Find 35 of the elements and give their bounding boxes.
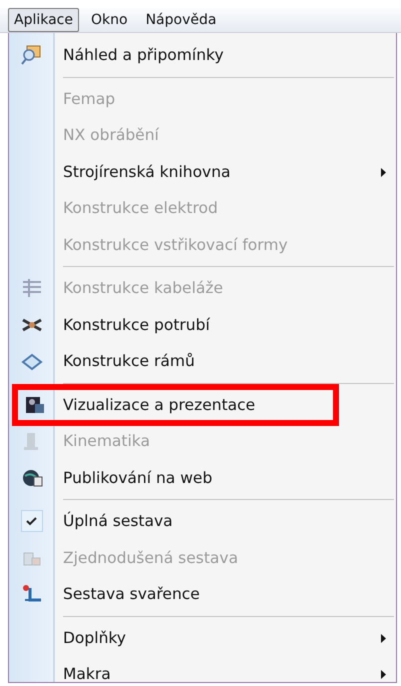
menu-item-label: Sestava svařence: [62, 585, 200, 604]
menu-item[interactable]: Publikování na web: [9, 460, 396, 496]
menu-item[interactable]: Vizualizace a prezentace: [15, 386, 336, 423]
magnifier-icon: [21, 44, 43, 66]
menu-item-label: Konstrukce vstřikovací formy: [62, 236, 288, 254]
menu-item-label: NX obrábění: [62, 126, 159, 144]
menu-item[interactable]: Sestava svařence: [9, 576, 396, 612]
menu-item-label: Konstrukce elektrod: [62, 199, 218, 218]
menu-item-label: Konstrukce kabeláže: [62, 279, 224, 298]
menu-item-label: Strojírenská knihovna: [62, 162, 231, 181]
menu-item-label: Náhled a připomínky: [62, 46, 224, 64]
menu-item-label: Doplňky: [62, 628, 126, 647]
menu-item-label: Publikování na web: [62, 468, 212, 487]
submenu-arrow-icon: [381, 634, 386, 642]
menu-item-label: Makra: [62, 665, 111, 684]
menu-item-label: Konstrukce rámů: [62, 352, 195, 370]
menu-bar-item[interactable]: Nápověda: [140, 8, 222, 32]
submenu-arrow-icon: [381, 168, 386, 176]
menu-item-label: Konstrukce potrubí: [62, 316, 210, 334]
menu-item-label: Zjednodušená sestava: [62, 548, 238, 567]
menu-item[interactable]: Konstrukce rámů: [9, 343, 396, 380]
menu-item-label: Úplná sestava: [62, 512, 173, 530]
menu-bar-item[interactable]: Aplikace: [8, 8, 79, 32]
submenu-arrow-icon: [381, 670, 386, 679]
menu-item-label: Femap: [62, 90, 116, 108]
cable-icon: [21, 277, 43, 300]
menu-item[interactable]: Úplná sestava: [9, 503, 396, 540]
menu-item[interactable]: Makra: [9, 656, 396, 686]
menu-item[interactable]: Náhled a připomínky: [9, 37, 396, 74]
menu-bar-item[interactable]: Okno: [85, 8, 134, 32]
menu-item-label: Vizualizace a prezentace: [62, 396, 256, 414]
menu-item[interactable]: Strojírenská knihovna: [9, 154, 396, 190]
menu-item-label: Kinematika: [62, 432, 150, 450]
menu-item[interactable]: Doplňky: [9, 620, 396, 656]
menu-item[interactable]: Konstrukce potrubí: [9, 306, 396, 343]
